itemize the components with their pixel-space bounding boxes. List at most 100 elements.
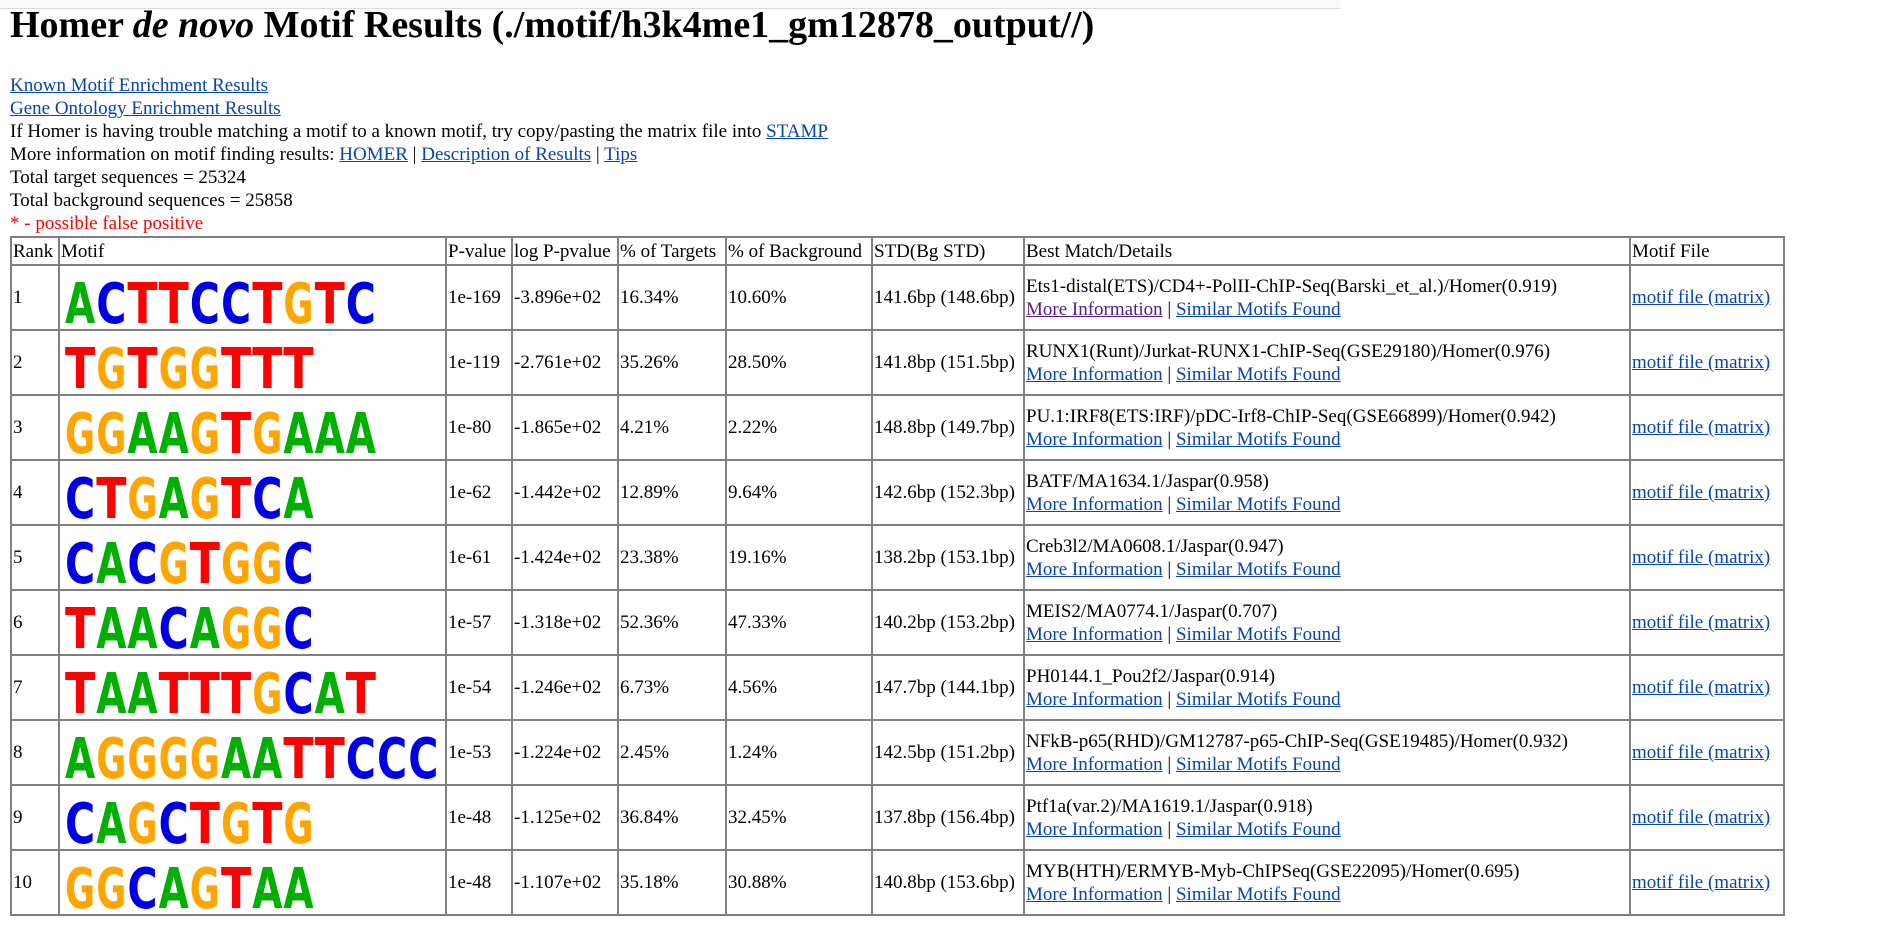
similar-motifs-link[interactable]: Similar Motifs Found: [1176, 559, 1341, 580]
stamp-link[interactable]: STAMP: [766, 121, 828, 142]
background-cell: 32.45%: [725, 784, 873, 851]
motif-file-link[interactable]: motif file (matrix): [1632, 612, 1770, 633]
best-match-links: More Information | Similar Motifs Found: [1026, 818, 1628, 841]
stamp-note: If Homer is having trouble matching a mo…: [10, 121, 828, 142]
more-information-link[interactable]: More Information: [1026, 754, 1163, 775]
best-match-links: More Information | Similar Motifs Found: [1026, 493, 1628, 516]
motif-letter: G: [252, 402, 282, 459]
more-information-link[interactable]: More Information: [1026, 819, 1163, 840]
similar-motifs-link[interactable]: Similar Motifs Found: [1176, 364, 1341, 385]
std-cell: 138.2bp (153.1bp): [871, 524, 1025, 591]
std-cell: 141.6bp (148.6bp): [871, 264, 1025, 331]
motif-letter: G: [96, 857, 126, 914]
motif-file-link[interactable]: motif file (matrix): [1632, 482, 1770, 503]
homer-link[interactable]: HOMER: [339, 144, 408, 165]
motif-letter: T: [221, 467, 251, 524]
rank-cell: 6: [10, 589, 60, 656]
log-pvalue-cell: -1.442e+02: [511, 459, 619, 526]
more-information-link[interactable]: More Information: [1026, 884, 1163, 905]
link-separator: |: [1162, 753, 1176, 775]
motif-letter: T: [221, 662, 251, 719]
motif-letter: C: [65, 467, 95, 524]
col-std: STD(Bg STD): [871, 236, 1025, 266]
best-match-text: PH0144.1_Pou2f2/Jaspar(0.914): [1026, 665, 1276, 687]
background-cell: 19.16%: [725, 524, 873, 591]
known-results-link[interactable]: Known Motif Enrichment Results: [10, 75, 268, 96]
motif-letter: C: [190, 272, 220, 329]
motif-letter: G: [96, 727, 126, 784]
motif-file-cell: motif file (matrix): [1629, 524, 1785, 591]
log-pvalue-cell: -3.896e+02: [511, 264, 619, 331]
rank-cell: 2: [10, 329, 60, 396]
go-results-link[interactable]: Gene Ontology Enrichment Results: [10, 98, 281, 119]
motif-file-link[interactable]: motif file (matrix): [1632, 807, 1770, 828]
pvalue-cell: 1e-54: [445, 654, 513, 721]
best-match-cell: NFkB-p65(RHD)/GM12787-p65-ChIP-Seq(GSE19…: [1023, 719, 1631, 786]
motif-file-link[interactable]: motif file (matrix): [1632, 287, 1770, 308]
motif-letter: T: [159, 662, 189, 719]
more-information-link[interactable]: More Information: [1026, 429, 1163, 450]
table-row: 4 C T G A G T C A 1e-62 -1.442e+02 12.89% 9.64% 142.6…: [10, 459, 1785, 526]
more-information-link[interactable]: More Information: [1026, 559, 1163, 580]
motif-letter: G: [127, 727, 157, 784]
motif-letter: T: [127, 337, 157, 394]
motif-logo-icon: TAATTTGCAT: [65, 662, 376, 719]
similar-motifs-link[interactable]: Similar Motifs Found: [1176, 689, 1341, 710]
rank-cell: 3: [10, 394, 60, 461]
background-cell: 30.88%: [725, 849, 873, 916]
motif-file-link[interactable]: motif file (matrix): [1632, 677, 1770, 698]
similar-motifs-link[interactable]: Similar Motifs Found: [1176, 884, 1341, 905]
more-information-link[interactable]: More Information: [1026, 494, 1163, 515]
motif-letter: G: [159, 727, 189, 784]
similar-motifs-link[interactable]: Similar Motifs Found: [1176, 494, 1341, 515]
motif-letter: G: [221, 792, 251, 849]
similar-motifs-link[interactable]: Similar Motifs Found: [1176, 624, 1341, 645]
log-pvalue-cell: -2.761e+02: [511, 329, 619, 396]
motif-logo-cell: ACTTCCTGTC: [58, 264, 447, 331]
log-pvalue-cell: -1.107e+02: [511, 849, 619, 916]
motif-letter: G: [96, 337, 126, 394]
more-information-link[interactable]: More Information: [1026, 364, 1163, 385]
similar-motifs-link[interactable]: Similar Motifs Found: [1176, 429, 1341, 450]
motif-letter: A: [65, 727, 96, 784]
more-information-link[interactable]: More Information: [1026, 624, 1163, 645]
log-pvalue-cell: -1.224e+02: [511, 719, 619, 786]
log-pvalue-cell: -1.125e+02: [511, 784, 619, 851]
targets-cell: 6.73%: [617, 654, 727, 721]
table-row: 1 A C T T C C T G T C 1e-169 -3.896e+02 16.34% 10.60% 1…: [10, 264, 1785, 331]
table-row: 9 C A G C T G T G 1e-48 -1.125e+02 36.84% 32.45% 137.…: [10, 784, 1785, 851]
motif-file-cell: motif file (matrix): [1629, 394, 1785, 461]
link-separator: |: [1162, 493, 1176, 515]
motif-letter: G: [190, 402, 220, 459]
col-pvalue: P-value: [445, 236, 513, 266]
motif-letter: A: [127, 597, 158, 654]
motif-letter: T: [96, 467, 126, 524]
motif-file-link[interactable]: motif file (matrix): [1632, 417, 1770, 438]
motif-file-link[interactable]: motif file (matrix): [1632, 352, 1770, 373]
rank-cell: 8: [10, 719, 60, 786]
motif-file-link[interactable]: motif file (matrix): [1632, 547, 1770, 568]
similar-motifs-link[interactable]: Similar Motifs Found: [1176, 754, 1341, 775]
similar-motifs-link[interactable]: Similar Motifs Found: [1176, 299, 1341, 320]
more-information-link[interactable]: More Information: [1026, 299, 1163, 320]
motif-file-link[interactable]: motif file (matrix): [1632, 872, 1770, 893]
motif-letter: C: [283, 662, 313, 719]
best-match-cell: MEIS2/MA0774.1/Jaspar(0.707) More Informa…: [1023, 589, 1631, 656]
best-match-links: More Information | Similar Motifs Found: [1026, 623, 1628, 646]
motif-file-cell: motif file (matrix): [1629, 849, 1785, 916]
motif-file-link[interactable]: motif file (matrix): [1632, 742, 1770, 763]
tips-link[interactable]: Tips: [604, 144, 637, 165]
targets-cell: 2.45%: [617, 719, 727, 786]
motif-letter: C: [346, 727, 376, 784]
col-motif: Motif: [58, 236, 447, 266]
description-link[interactable]: Description of Results: [421, 144, 591, 165]
motif-letter: C: [159, 597, 189, 654]
best-match-cell: MYB(HTH)/ERMYB-Myb-ChIPSeq(GSE22095)/Hom…: [1023, 849, 1631, 916]
motif-logo-icon: AGGGGAATTCCC: [65, 727, 438, 784]
more-information-link[interactable]: More Information: [1026, 689, 1163, 710]
link-separator: |: [1162, 883, 1176, 905]
col-motif-file: Motif File: [1629, 236, 1785, 266]
motif-letter: A: [96, 532, 127, 589]
similar-motifs-link[interactable]: Similar Motifs Found: [1176, 819, 1341, 840]
motif-letter: C: [408, 727, 438, 784]
